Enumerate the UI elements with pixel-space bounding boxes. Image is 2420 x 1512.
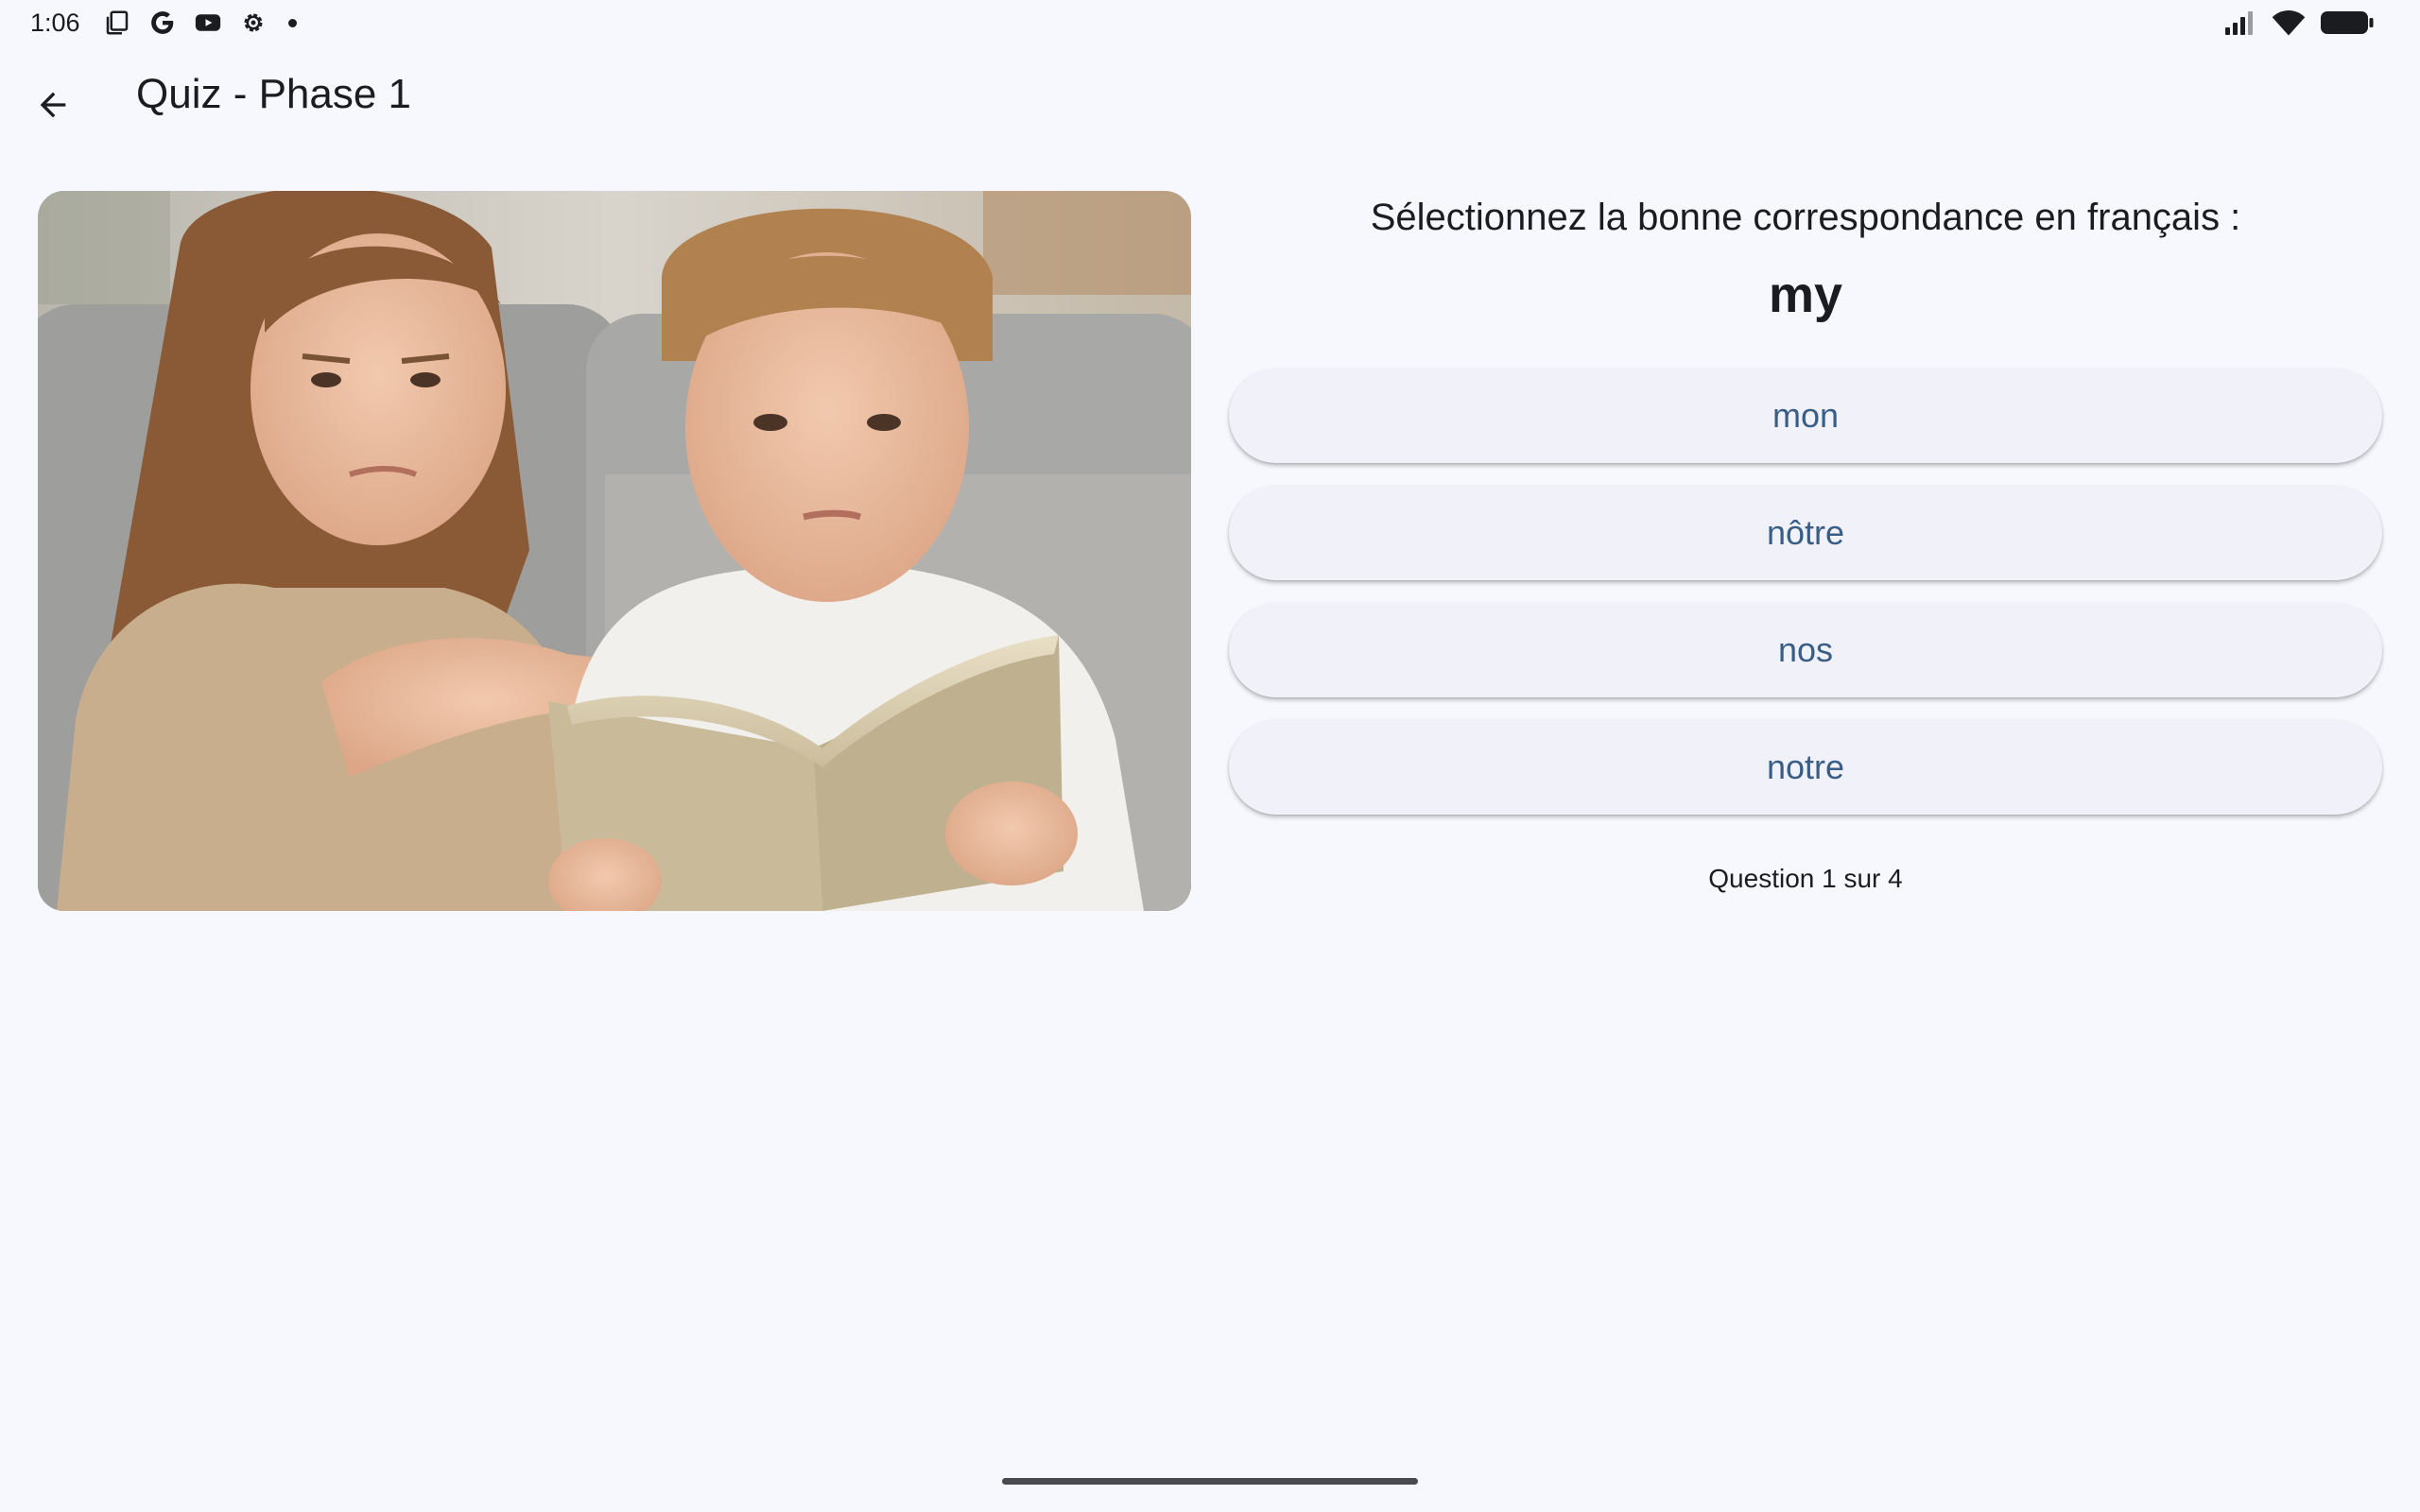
quiz-illustration xyxy=(38,191,1191,911)
answer-option-button[interactable]: notre xyxy=(1229,720,2382,815)
youtube-icon xyxy=(195,14,220,31)
answer-option-button[interactable]: nos xyxy=(1229,603,2382,697)
back-button[interactable] xyxy=(23,75,83,135)
status-bar-left: 1:06 xyxy=(30,0,297,45)
settings-gear-icon xyxy=(244,13,263,32)
question-panel: Sélectionnez la bonne correspondance en … xyxy=(1229,191,2382,896)
notification-dot-icon xyxy=(287,18,297,27)
answer-option-button[interactable]: nôtre xyxy=(1229,486,2382,580)
status-bar: 1:06 xyxy=(0,0,2420,45)
answer-option-button[interactable]: mon xyxy=(1229,369,2382,463)
google-icon xyxy=(150,11,173,34)
copy-icon xyxy=(106,10,128,35)
children-reading-image xyxy=(38,191,1191,911)
home-indicator[interactable] xyxy=(1002,1478,1418,1485)
answer-options: mon nôtre nos notre xyxy=(1229,369,2382,815)
battery-icon xyxy=(2321,11,2374,34)
status-time: 1:06 xyxy=(30,8,80,37)
page-title: Quiz - Phase 1 xyxy=(136,71,412,117)
question-progress: Question 1 sur 4 xyxy=(1708,864,1903,893)
question-instruction: Sélectionnez la bonne correspondance en … xyxy=(1370,197,2241,238)
cellular-signal-icon xyxy=(2225,11,2253,35)
app-bar: Quiz - Phase 1 xyxy=(0,45,2420,149)
question-word: my xyxy=(1768,266,1843,323)
wifi-icon xyxy=(2272,9,2306,36)
arrow-back-icon xyxy=(40,92,66,118)
status-bar-right xyxy=(2223,0,2375,45)
